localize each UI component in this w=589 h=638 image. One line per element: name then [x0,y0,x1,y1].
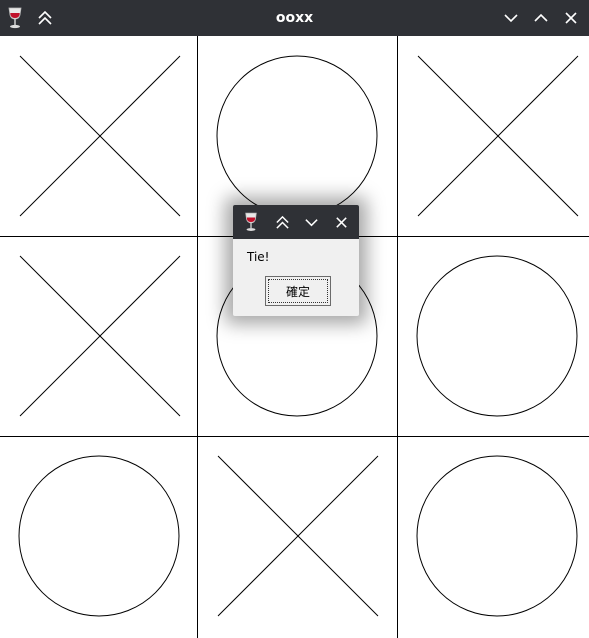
board-cell-1-0[interactable] [0,236,200,436]
close-icon[interactable] [556,3,586,33]
x-mark [217,455,379,617]
minimize-icon[interactable] [496,3,526,33]
board-cell-2-0[interactable] [0,436,200,636]
wine-glass-icon[interactable] [238,209,264,235]
x-mark [19,255,181,417]
dialog-message: Tie! [247,250,270,264]
o-mark [18,455,180,617]
x-mark [19,55,181,217]
o-mark [416,255,578,417]
board-cell-2-2[interactable] [398,436,589,636]
x-mark [417,55,579,217]
board-cell-0-0[interactable] [0,36,200,236]
ok-button-label: 確定 [285,284,310,299]
o-mark [416,455,578,617]
board-cell-2-1[interactable] [198,436,398,636]
ok-button[interactable]: 確定 [265,276,331,306]
game-board[interactable] [0,36,589,638]
dialog-titlebar[interactable] [233,205,359,239]
board-cell-0-2[interactable] [398,36,589,236]
collapse-up-icon[interactable] [269,209,295,235]
maximize-icon[interactable] [526,3,556,33]
close-icon[interactable] [328,209,354,235]
window-titlebar[interactable]: ooxx [0,0,589,36]
minimize-icon[interactable] [298,209,324,235]
board-cell-1-2[interactable] [398,236,589,436]
result-dialog[interactable]: Tie! 確定 [233,205,359,316]
